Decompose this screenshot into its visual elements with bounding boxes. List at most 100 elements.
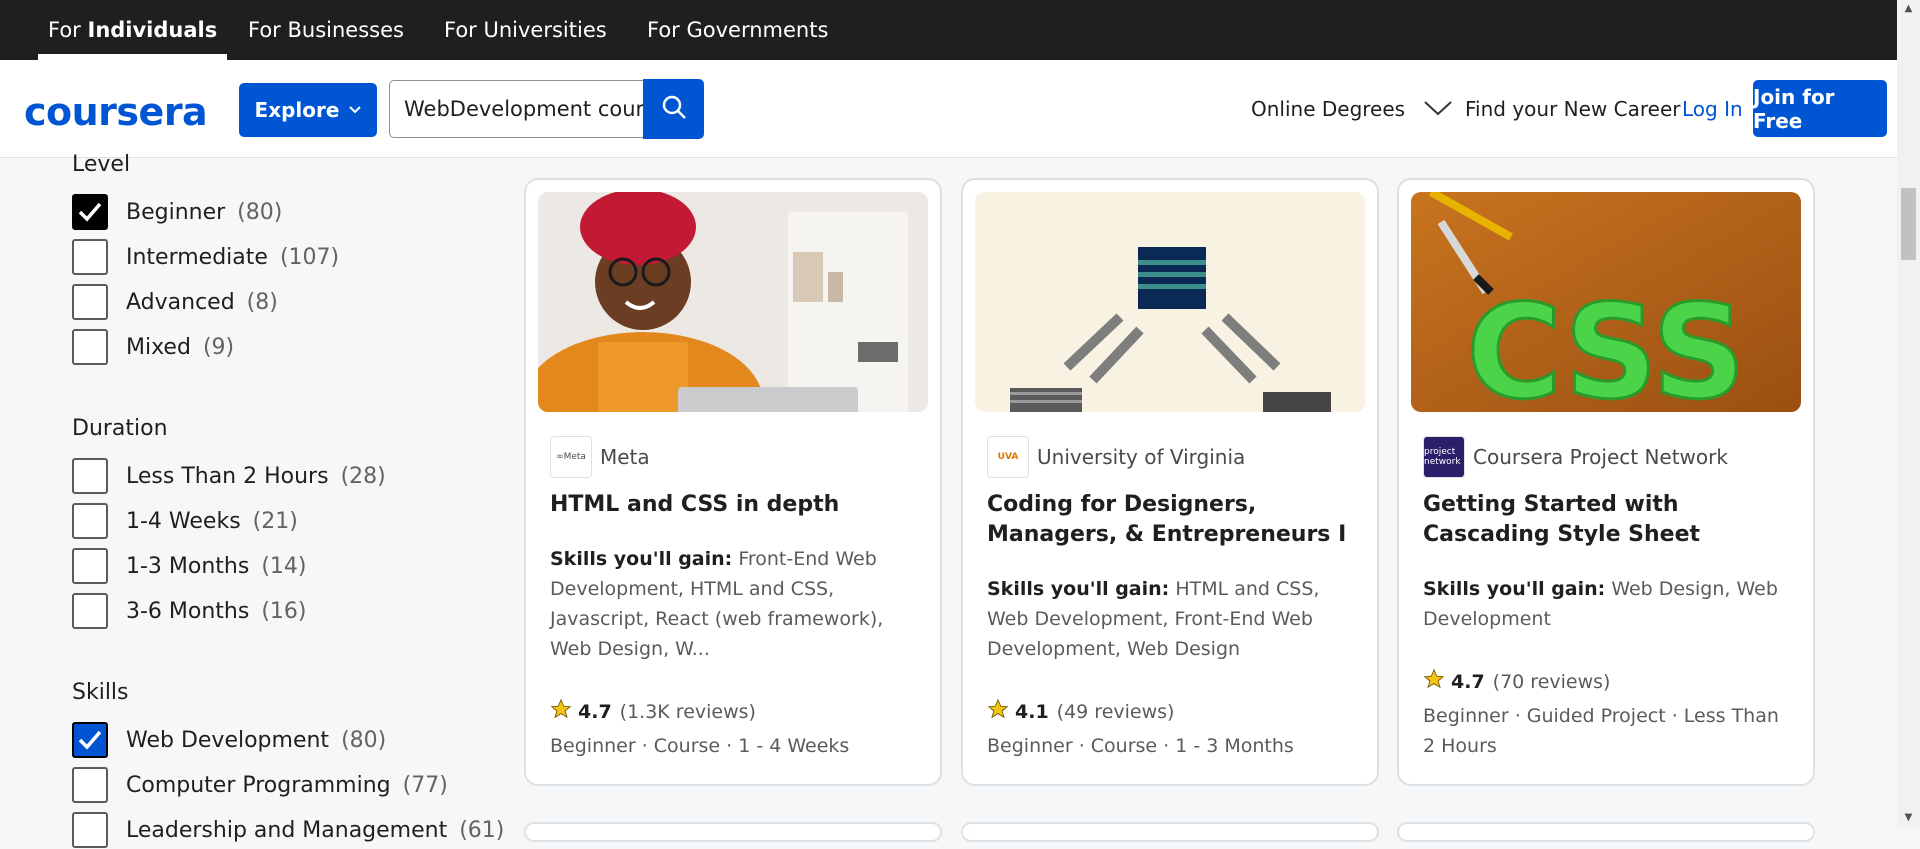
checkbox[interactable] (72, 284, 108, 320)
filter-label: Mixed (126, 334, 191, 360)
checkbox-checked[interactable] (72, 194, 108, 230)
course-meta: Beginner · Course · 1 - 4 Weeks (550, 735, 850, 757)
filter-count: (77) (402, 772, 448, 798)
tab-for-businesses[interactable]: For Businesses (248, 0, 404, 60)
site-header: coursera Explore WebDevelopment cour Onl… (0, 60, 1897, 158)
course-card[interactable] (961, 822, 1379, 842)
course-card[interactable]: ∞Meta Meta HTML and CSS in depth Skills … (524, 178, 942, 786)
chevron-down-icon (349, 102, 362, 118)
coursera-logo[interactable]: coursera (24, 90, 208, 134)
course-meta: Beginner · Course · 1 - 3 Months (987, 735, 1294, 757)
course-skills: Skills you'll gain: Front-End Web Develo… (550, 544, 922, 664)
find-career-link[interactable]: Find your New Career (1465, 97, 1680, 121)
course-title[interactable]: Getting Started with Cascading Style She… (1423, 490, 1793, 550)
course-card[interactable] (1397, 822, 1815, 842)
tab-prefix: For (48, 18, 88, 42)
tab-for-universities[interactable]: For Universities (444, 0, 607, 60)
filter-count: (61) (459, 817, 505, 843)
course-card[interactable] (524, 822, 942, 842)
online-degrees-label: Online Degrees (1251, 97, 1406, 121)
rating-value: 4.1 (1015, 700, 1049, 723)
filter-mixed[interactable]: Mixed (9) (72, 328, 234, 366)
course-card[interactable]: CSS project network Coursera Project Net… (1397, 178, 1815, 786)
checkbox-checked[interactable] (72, 722, 108, 758)
skills-label: Skills you'll gain: (550, 548, 733, 570)
course-card[interactable]: UVA University of Virginia Coding for De… (961, 178, 1379, 786)
partner-name: University of Virginia (1037, 445, 1246, 469)
css-image-text: CSS (1466, 276, 1745, 412)
star-icon (550, 698, 572, 725)
partner-name: Meta (600, 445, 650, 469)
explore-label: Explore (254, 98, 340, 122)
filter-count: (21) (252, 508, 298, 534)
checkbox[interactable] (72, 503, 108, 539)
checkbox[interactable] (72, 593, 108, 629)
tab-for-governments[interactable]: For Governments (647, 0, 828, 60)
course-skills: Skills you'll gain: HTML and CSS, Web De… (987, 574, 1359, 664)
filter-leadership-and-management[interactable]: Leadership and Management (61) (72, 811, 504, 849)
filter-1-4-weeks[interactable]: 1-4 Weeks (21) (72, 502, 298, 540)
filter-label: Web Development (126, 727, 330, 753)
course-thumbnail: CSS (1411, 192, 1801, 412)
rating-value: 4.7 (578, 700, 612, 723)
review-count: (70 reviews) (1492, 670, 1611, 693)
search-input[interactable]: WebDevelopment cour (389, 80, 644, 138)
filter-label: Computer Programming (126, 772, 391, 798)
filter-count: (107) (279, 244, 340, 270)
filter-computer-programming[interactable]: Computer Programming (77) (72, 766, 448, 804)
checkbox[interactable] (72, 548, 108, 584)
partner: project network Coursera Project Network (1423, 436, 1728, 478)
course-meta: Beginner · Guided Project · Less Than 2 … (1423, 705, 1779, 757)
rating-value: 4.7 (1451, 670, 1485, 693)
filter-count: (14) (261, 553, 307, 579)
checkbox[interactable] (72, 767, 108, 803)
checkbox[interactable] (72, 239, 108, 275)
skills-label: Skills you'll gain: (987, 578, 1170, 600)
search-button[interactable] (643, 79, 704, 139)
review-count: (49 reviews) (1056, 700, 1175, 723)
filter-advanced[interactable]: Advanced (8) (72, 283, 278, 321)
filter-less-than-2-hours[interactable]: Less Than 2 Hours (28) (72, 457, 386, 495)
search-icon (661, 94, 687, 124)
course-rating: 4.7 (70 reviews) (1423, 668, 1610, 695)
level-filter-title: Level (72, 152, 131, 177)
checkbox[interactable] (72, 329, 108, 365)
filter-count: (9) (202, 334, 235, 360)
scroll-down-arrow[interactable]: ▼ (1897, 809, 1920, 827)
login-link[interactable]: Log In (1682, 97, 1743, 121)
course-thumbnail (538, 192, 928, 412)
uva-logo: UVA (987, 436, 1029, 478)
filter-count: (28) (340, 463, 386, 489)
page-scrollbar[interactable]: ▲ ▼ (1897, 0, 1920, 827)
filter-count: (80) (237, 199, 283, 225)
filter-web-development[interactable]: Web Development (80) (72, 721, 386, 759)
course-rating: 4.1 (49 reviews) (987, 698, 1174, 725)
filter-label: Advanced (126, 289, 235, 315)
audience-nav: For Individuals For Businesses For Unive… (0, 0, 1897, 60)
join-for-free-button[interactable]: Join for Free (1753, 80, 1887, 137)
course-skills: Skills you'll gain: Web Design, Web Deve… (1423, 574, 1795, 634)
online-degrees-menu[interactable]: Online Degrees (1251, 97, 1453, 121)
tab-for-individuals[interactable]: For Individuals (37, 0, 228, 60)
chevron-down-icon (1423, 97, 1453, 121)
filter-1-3-months[interactable]: 1-3 Months (14) (72, 547, 307, 585)
filter-count: (80) (341, 727, 387, 753)
explore-button[interactable]: Explore (239, 83, 377, 137)
course-title[interactable]: HTML and CSS in depth (550, 490, 920, 520)
checkbox[interactable] (72, 458, 108, 494)
filter-label: 1-4 Weeks (126, 508, 241, 534)
course-title[interactable]: Coding for Designers, Managers, & Entrep… (987, 490, 1357, 550)
duration-filter-title: Duration (72, 416, 168, 441)
tab-bold: Individuals (87, 18, 218, 42)
coursera-project-logo: project network (1423, 436, 1465, 478)
filter-label: Intermediate (126, 244, 268, 270)
filter-3-6-months[interactable]: 3-6 Months (16) (72, 592, 307, 630)
partner: UVA University of Virginia (987, 436, 1245, 478)
checkbox[interactable] (72, 812, 108, 848)
meta-logo: ∞Meta (550, 436, 592, 478)
filter-beginner[interactable]: Beginner (80) (72, 193, 282, 231)
filter-label: Leadership and Management (126, 817, 448, 843)
scroll-thumb[interactable] (1901, 188, 1916, 260)
filter-intermediate[interactable]: Intermediate (107) (72, 238, 339, 276)
scroll-up-arrow[interactable]: ▲ (1897, 0, 1920, 18)
